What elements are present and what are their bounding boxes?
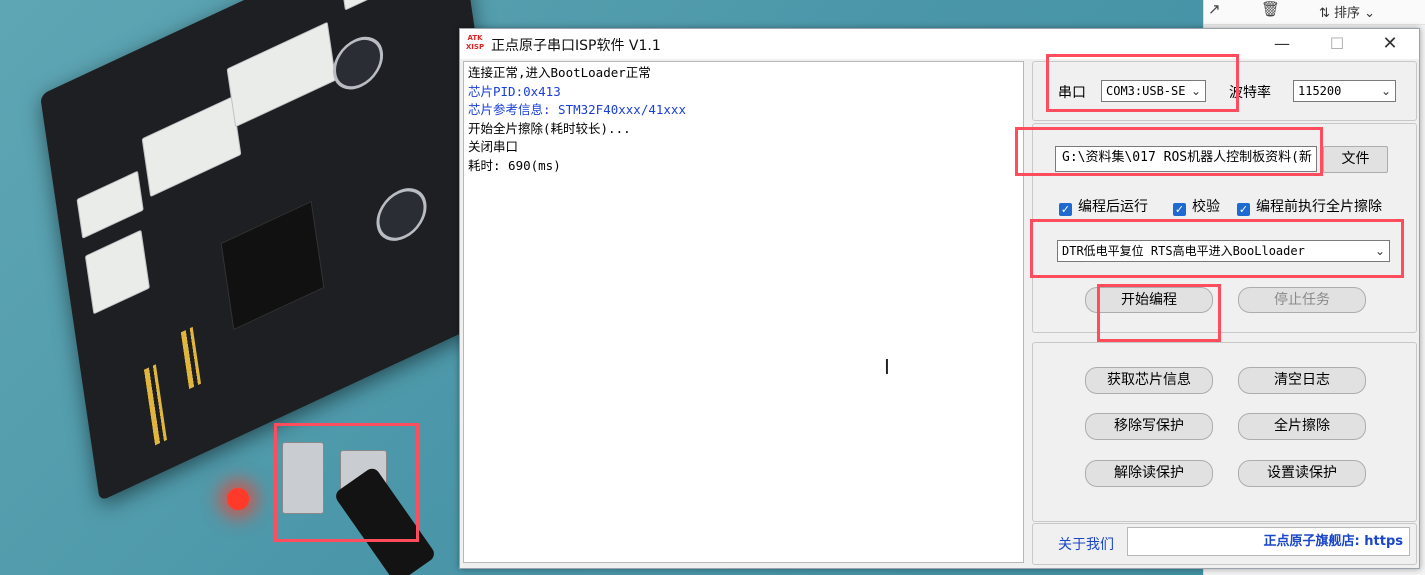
clear-log-button[interactable]: 清空日志 xyxy=(1238,367,1366,394)
full-erase-button[interactable]: 全片擦除 xyxy=(1238,413,1366,440)
capacitor xyxy=(373,179,430,250)
checkmark-icon: ✓ xyxy=(1237,203,1250,216)
usb-highlight-box xyxy=(274,423,419,542)
log-line: 连接正常,进入BootLoader正常 xyxy=(468,65,651,80)
store-link-box[interactable]: 正点原子旗舰店: https xyxy=(1127,527,1410,556)
pcb-connector xyxy=(76,170,144,239)
chevron-down-icon: ⌄ xyxy=(1380,84,1391,98)
checkmark-icon: ✓ xyxy=(1059,203,1072,216)
start-program-button[interactable]: 开始编程 xyxy=(1085,287,1213,313)
file-path-input[interactable]: G:\资料集\017 ROS机器人控制板资料(新 xyxy=(1055,146,1317,172)
footer-group: 关于我们 正点原子旗舰店: https xyxy=(1032,523,1417,565)
title-bar[interactable]: ATK XISP 正点原子串口ISP软件 V1.1 — ☐ ✕ xyxy=(460,29,1419,59)
app-logo-icon: ATK XISP xyxy=(465,34,485,51)
red-led xyxy=(227,488,249,510)
checkmark-icon: ✓ xyxy=(1173,203,1186,216)
minimize-button[interactable]: — xyxy=(1260,32,1304,56)
isp-window: ATK XISP 正点原子串口ISP软件 V1.1 — ☐ ✕ 连接正常,进入B… xyxy=(459,28,1420,569)
sort-button[interactable]: ⇅ 排序 ⌄ xyxy=(1319,2,1375,21)
log-line: 芯片参考信息: STM32F40xxx/41xxx xyxy=(468,102,686,117)
mcu-chip xyxy=(220,200,325,331)
capacitor xyxy=(329,27,387,99)
reset-mode-select[interactable]: DTR低电平复位 RTS高电平进入BooLloader ⌄ xyxy=(1057,240,1390,262)
baud-select[interactable]: 115200 ⌄ xyxy=(1293,80,1396,102)
chip-actions-group: 获取芯片信息 清空日志 移除写保护 全片擦除 解除读保护 设置读保护 xyxy=(1032,342,1417,522)
close-button[interactable]: ✕ xyxy=(1368,32,1412,56)
serial-settings-group: 串口 COM3:USB-SE ⌄ 波特率 115200 ⌄ xyxy=(1032,61,1417,121)
file-button[interactable]: 文件 xyxy=(1323,146,1388,173)
pin-header xyxy=(180,326,202,390)
sort-label: 排序 xyxy=(1334,6,1361,21)
chevron-down-icon: ⌄ xyxy=(1374,244,1385,258)
share-icon[interactable]: ↗ xyxy=(1208,0,1221,18)
run-after-checkbox[interactable]: ✓ 编程后运行 xyxy=(1059,196,1148,216)
maximize-button[interactable]: ☐ xyxy=(1315,32,1359,56)
pcb-connector xyxy=(226,21,337,128)
verify-checkbox[interactable]: ✓ 校验 xyxy=(1173,196,1220,216)
remove-read-protect-button[interactable]: 解除读保护 xyxy=(1085,460,1213,487)
log-line: 开始全片擦除(耗时较长)... xyxy=(468,120,631,136)
port-label: 串口 xyxy=(1058,85,1086,101)
get-chip-info-button[interactable]: 获取芯片信息 xyxy=(1085,367,1213,394)
about-us-link[interactable]: 关于我们 xyxy=(1058,534,1114,554)
pin-header xyxy=(143,364,167,446)
erase-before-checkbox[interactable]: ✓ 编程前执行全片擦除 xyxy=(1237,196,1382,216)
explorer-toolbar: ↗ 🗑 ⇅ 排序 ⌄ xyxy=(1204,0,1425,25)
delete-icon[interactable]: 🗑 xyxy=(1261,0,1280,18)
pcb-connector xyxy=(84,229,150,315)
set-read-protect-button[interactable]: 设置读保护 xyxy=(1238,460,1366,487)
log-line: 关闭串口 xyxy=(468,139,519,154)
remove-write-protect-button[interactable]: 移除写保护 xyxy=(1085,413,1213,440)
chevron-down-icon: ⌄ xyxy=(1190,84,1201,98)
log-line: 芯片PID:0x413 xyxy=(468,83,561,99)
log-output[interactable]: 连接正常,进入BootLoader正常 芯片PID:0x413 芯片参考信息: … xyxy=(463,61,1024,563)
window-title: 正点原子串口ISP软件 V1.1 xyxy=(491,38,661,54)
pcb-connector xyxy=(338,0,437,11)
program-settings-group: G:\资料集\017 ROS机器人控制板资料(新 文件 ✓ 编程后运行 ✓ 校验 ✓… xyxy=(1032,123,1417,333)
baud-label: 波特率 xyxy=(1229,85,1271,101)
port-select[interactable]: COM3:USB-SE ⌄ xyxy=(1101,80,1206,102)
stop-task-button[interactable]: 停止任务 xyxy=(1238,287,1366,313)
i-beam-cursor-icon: I xyxy=(884,355,890,379)
log-line: 耗时: 690(ms) xyxy=(468,157,561,173)
pcb-connector xyxy=(141,96,242,198)
